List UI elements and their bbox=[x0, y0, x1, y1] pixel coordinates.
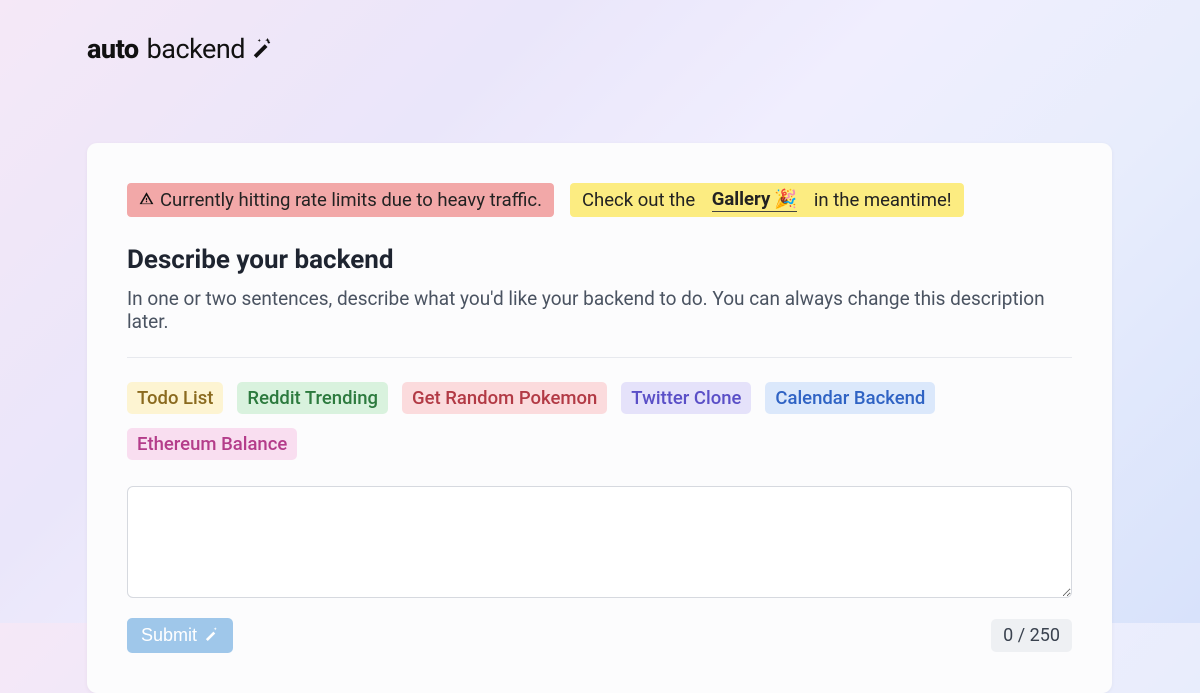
gallery-link-label: Gallery bbox=[712, 188, 771, 210]
example-chip[interactable]: Get Random Pokemon bbox=[402, 382, 607, 414]
example-chip[interactable]: Ethereum Balance bbox=[127, 428, 297, 460]
app-logo: auto backend bbox=[87, 33, 273, 65]
example-chip[interactable]: Reddit Trending bbox=[237, 382, 388, 414]
logo-bold: auto bbox=[87, 33, 139, 65]
logo-light: backend bbox=[147, 33, 245, 65]
example-chip[interactable]: Twitter Clone bbox=[621, 382, 751, 414]
alert-row: Currently hitting rate limits due to hea… bbox=[127, 183, 1072, 217]
magic-wand-icon bbox=[251, 33, 273, 65]
rate-limit-alert: Currently hitting rate limits due to hea… bbox=[127, 183, 554, 217]
gallery-link[interactable]: Gallery 🎉 bbox=[712, 188, 798, 212]
main-card: Currently hitting rate limits due to hea… bbox=[87, 143, 1112, 693]
gallery-post-text: in the meantime! bbox=[814, 189, 952, 211]
rate-limit-text: Currently hitting rate limits due to hea… bbox=[160, 189, 542, 211]
gallery-alert: Check out the Gallery 🎉 in the meantime! bbox=[570, 183, 964, 217]
gallery-pre-text: Check out the bbox=[582, 189, 695, 211]
footer-row: Submit 0 / 250 bbox=[127, 618, 1072, 653]
char-counter: 0 / 250 bbox=[991, 619, 1072, 652]
example-chips: Todo List Reddit Trending Get Random Pokem… bbox=[127, 382, 1072, 460]
example-chip[interactable]: Calendar Backend bbox=[765, 382, 935, 414]
example-chip[interactable]: Todo List bbox=[127, 382, 223, 414]
divider bbox=[127, 357, 1072, 358]
section-subtitle: In one or two sentences, describe what y… bbox=[127, 287, 1072, 333]
section-title: Describe your backend bbox=[127, 245, 1072, 275]
submit-label: Submit bbox=[141, 625, 197, 646]
magic-wand-icon bbox=[204, 625, 219, 646]
party-icon: 🎉 bbox=[774, 188, 797, 210]
description-input[interactable] bbox=[127, 486, 1072, 598]
warning-icon bbox=[139, 189, 154, 211]
submit-button[interactable]: Submit bbox=[127, 618, 233, 653]
